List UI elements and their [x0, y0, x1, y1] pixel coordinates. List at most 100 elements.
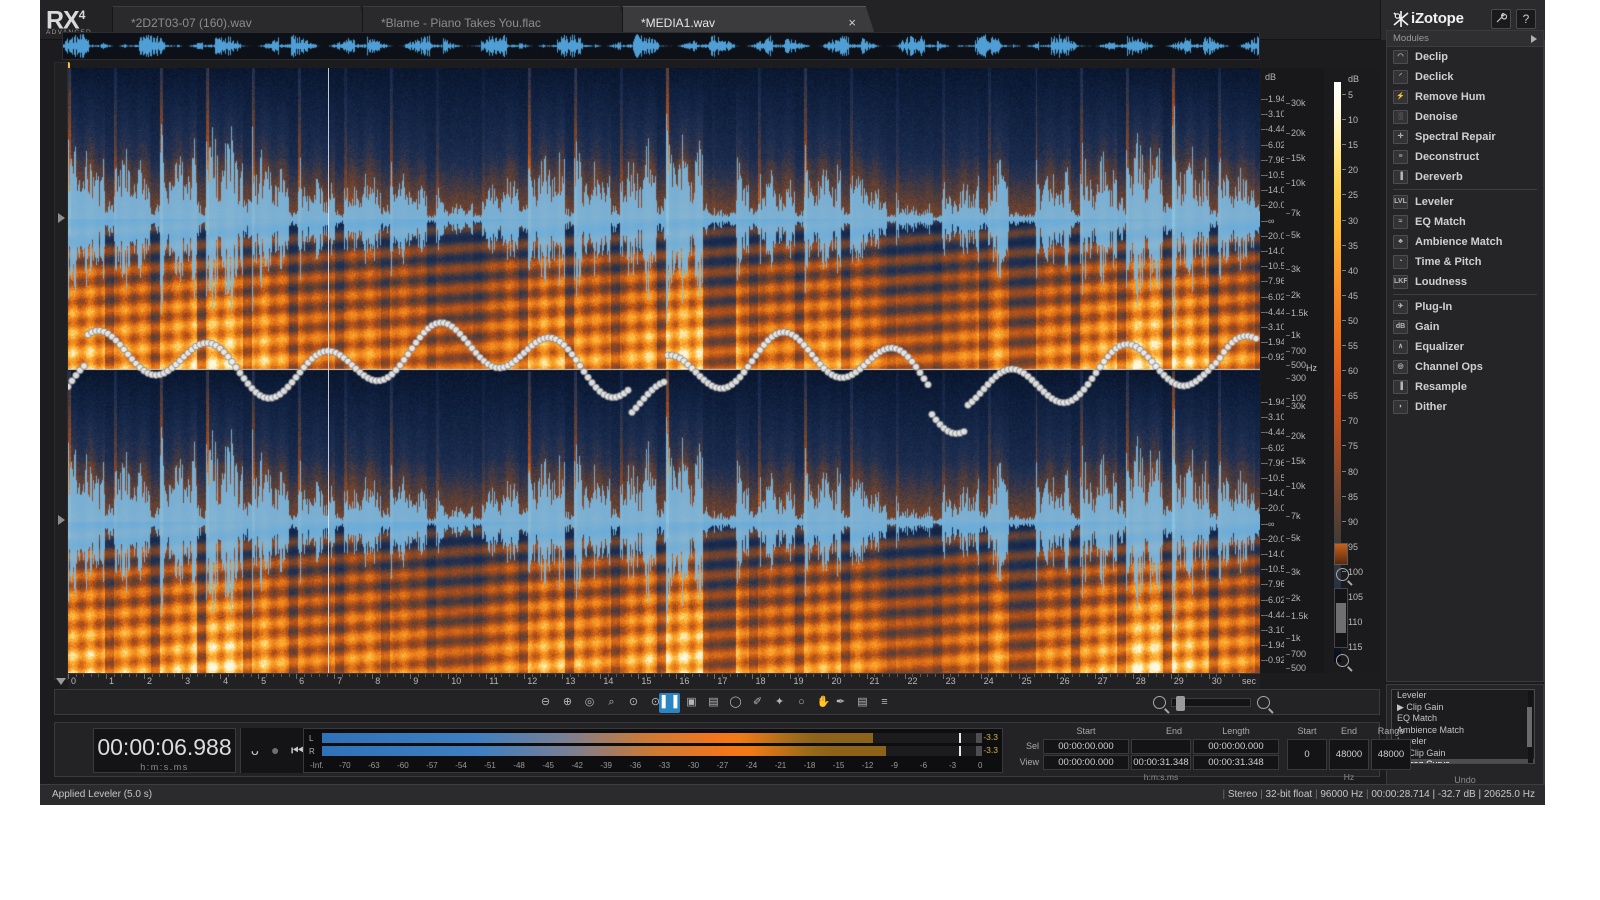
view-end-field[interactable]: 00:00:31.348 — [1131, 755, 1191, 770]
module-item-channel-ops[interactable]: ◎ Channel Ops — [1387, 357, 1543, 377]
time-zoom-out-icon[interactable] — [1153, 696, 1166, 709]
lasso-selection-tool[interactable]: ◯ — [725, 693, 746, 713]
module-item-loudness[interactable]: LKFS Loudness — [1387, 272, 1543, 292]
history-item[interactable]: Ambience Match — [1392, 725, 1534, 737]
rail-collapse-icon[interactable] — [56, 678, 66, 685]
history-item[interactable]: EQ Match — [1392, 713, 1534, 725]
time-tick-label: 27 — [1097, 676, 1108, 686]
zoom-selection-icon[interactable]: ⌕ — [601, 693, 622, 713]
view-start-field[interactable]: 00:00:00.000 — [1043, 755, 1129, 770]
module-item-declip[interactable]: ◠ Declip — [1387, 47, 1543, 67]
history-scroll-thumb[interactable] — [1527, 707, 1532, 747]
zoom-out-freq-icon[interactable]: ⊙ — [623, 693, 644, 713]
colorbar-zoom-out-icon[interactable] — [1336, 568, 1349, 581]
time-display[interactable]: 00:00:06.988 h:m:s.ms — [93, 728, 236, 773]
modules-header[interactable]: Modules — [1387, 31, 1543, 47]
history-item[interactable]: Drag Curve — [1392, 759, 1534, 763]
colorbar-zoom-in-icon[interactable] — [1336, 654, 1349, 667]
playhead-cursor[interactable] — [328, 68, 329, 673]
sel-end-field[interactable] — [1131, 739, 1191, 754]
module-item-dither[interactable]: ◗ Dither — [1387, 397, 1543, 417]
freq-end-field[interactable]: 48000 — [1329, 739, 1369, 770]
module-item-gain[interactable]: dB Gain — [1387, 317, 1543, 337]
monitor-input-button[interactable]: ᴗ — [251, 742, 259, 758]
module-item-label: Declip — [1415, 51, 1449, 63]
spectrum-view-toggle[interactable]: ▤ — [852, 693, 873, 713]
module-item-ambience-match[interactable]: ♣ Ambience Match — [1387, 232, 1543, 252]
history-scrollbar[interactable] — [1527, 691, 1533, 763]
module-item-time-pitch[interactable]: ◔ Time & Pitch — [1387, 252, 1543, 272]
time-minor-tick — [615, 674, 617, 677]
history-item[interactable]: ▼ Clip Gain — [1392, 748, 1534, 760]
module-item-equalizer[interactable]: ∧ Equalizer — [1387, 337, 1543, 357]
spectrogram-view[interactable] — [68, 68, 1260, 673]
magic-wand-tool[interactable]: ✦ — [769, 693, 790, 713]
module-item-declick[interactable]: ⸍ Declick — [1387, 67, 1543, 87]
time-minor-tick — [1026, 674, 1028, 677]
colorbar-offset-slider[interactable] — [1334, 588, 1348, 648]
module-item-label: Dereverb — [1415, 171, 1463, 183]
channel-selector-bottom-icon[interactable] — [58, 515, 65, 525]
time-zoom-knob[interactable] — [1176, 696, 1185, 711]
time-tick — [752, 674, 754, 679]
status-cursor-readout: 00:00:28.714 | -32.7 dB | 20625.0 Hz — [1371, 789, 1535, 800]
brush-tool[interactable]: ✐ — [747, 693, 768, 713]
zoom-tool-group: ⊖ ⊕ ◎ ⌕ ⊙ ⊙ — [535, 693, 667, 713]
waveform-view-toggle[interactable]: ≡ — [874, 693, 895, 713]
time-minor-tick — [1003, 674, 1005, 677]
freq-col-end: End — [1340, 726, 1357, 736]
freq-range-field[interactable]: 48000 — [1371, 739, 1411, 770]
time-zoom-in-icon[interactable] — [1257, 696, 1270, 709]
db-tick-label: -6.02 — [1265, 139, 1286, 150]
module-item-resample[interactable]: ▐ Resample — [1387, 377, 1543, 397]
meter-scale-label: -39 — [600, 761, 612, 770]
time-minor-tick — [364, 674, 366, 677]
view-length-field[interactable]: 00:00:31.348 — [1193, 755, 1279, 770]
history-item[interactable]: ▶ Clip Gain — [1392, 702, 1534, 714]
module-item-deconstruct[interactable]: ≡ Deconstruct — [1387, 147, 1543, 167]
overview-waveform[interactable] — [62, 32, 1260, 60]
module-item-plug-in[interactable]: ✈ Plug-In — [1387, 297, 1543, 317]
channel-rail[interactable] — [54, 62, 68, 680]
module-item-denoise[interactable]: ░ Denoise — [1387, 107, 1543, 127]
time-minor-tick — [501, 674, 503, 677]
db-tick-label: -7.96 — [1265, 579, 1286, 590]
sel-start-field[interactable]: 00:00:00.000 — [1043, 739, 1129, 754]
module-item-eq-match[interactable]: ≈ EQ Match — [1387, 212, 1543, 232]
hz-axis-title: Hz — [1306, 363, 1317, 373]
colorbar-tick-label: 95 — [1348, 541, 1359, 552]
zoom-out-time-icon[interactable]: ⊖ — [535, 693, 556, 713]
meter-scale-label: -9 — [890, 761, 898, 770]
module-item-spectral-repair[interactable]: ✛ Spectral Repair — [1387, 127, 1543, 147]
colorbar-tick-label: 100 — [1348, 566, 1364, 577]
instant-process-tool[interactable]: ✒ — [830, 693, 851, 713]
sel-length-field[interactable]: 00:00:00.000 — [1193, 739, 1279, 754]
freq-start-field[interactable]: 0 — [1287, 739, 1327, 770]
zoom-in-time-icon[interactable]: ⊕ — [557, 693, 578, 713]
history-item[interactable]: Leveler — [1392, 736, 1534, 748]
rectangle-selection-tool[interactable]: ▣ — [681, 693, 702, 713]
help-icon[interactable]: ? — [1516, 9, 1536, 29]
freq-selection-tool[interactable]: ▤ — [703, 693, 724, 713]
time-ruler[interactable]: 0 1 2 3 4 5 6 7 8 9 10 11 12 13 14 15 16 17 18 19 20 21 22 23 24… — [68, 673, 1260, 689]
record-button[interactable]: ● — [271, 742, 279, 758]
wrench-icon[interactable] — [1491, 9, 1511, 29]
zoom-fit-icon[interactable]: ◎ — [579, 693, 600, 713]
chevron-right-icon[interactable] — [1531, 35, 1537, 43]
time-minor-tick — [189, 674, 191, 677]
history-list[interactable]: Leveler ▶ Clip Gain EQ Match Ambience Match… — [1391, 689, 1535, 764]
channel-selector-top-icon[interactable] — [58, 213, 65, 223]
time-minor-tick — [592, 674, 594, 677]
meter-scale-label: -27 — [716, 761, 729, 770]
module-item-remove-hum[interactable]: ⚡ Remove Hum — [1387, 87, 1543, 107]
time-tick — [980, 674, 982, 679]
go-to-start-button[interactable]: ⏮ — [291, 742, 304, 759]
ellipse-selection-tool[interactable]: ○ — [791, 693, 812, 713]
time-minor-tick — [516, 674, 518, 677]
colorbar-range-handle[interactable] — [1334, 543, 1348, 565]
time-selection-tool[interactable]: ▌▐ — [659, 693, 680, 713]
module-item-dereverb[interactable]: ▐ Dereverb — [1387, 167, 1543, 187]
time-zoom-slider[interactable] — [1171, 696, 1251, 711]
history-item[interactable]: Leveler — [1392, 690, 1534, 702]
module-item-leveler[interactable]: LVL Leveler — [1387, 192, 1543, 212]
